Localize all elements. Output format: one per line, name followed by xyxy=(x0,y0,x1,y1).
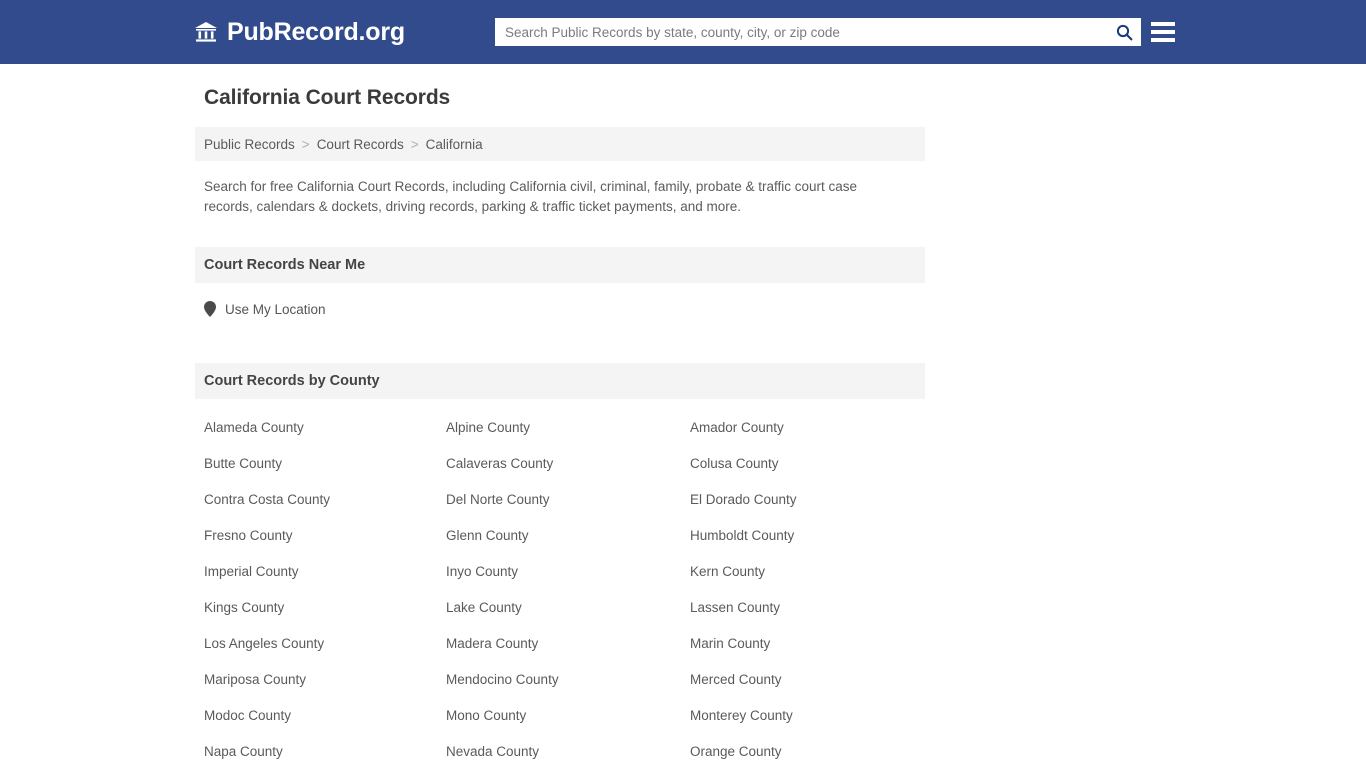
map-pin-icon xyxy=(204,301,216,317)
search-bar xyxy=(495,18,1141,46)
county-link[interactable]: Alpine County xyxy=(446,410,690,446)
county-link[interactable]: Imperial County xyxy=(204,554,446,590)
county-link[interactable]: Kern County xyxy=(690,554,934,590)
county-link[interactable]: Mendocino County xyxy=(446,662,690,698)
county-link[interactable]: Madera County xyxy=(446,626,690,662)
hamburger-bar xyxy=(1151,38,1175,42)
breadcrumb-separator: > xyxy=(410,136,419,152)
search-icon xyxy=(1116,24,1132,40)
county-link[interactable]: Inyo County xyxy=(446,554,690,590)
site-logo-text: PubRecord.org xyxy=(227,17,405,46)
county-link[interactable]: Merced County xyxy=(690,662,934,698)
county-link[interactable]: Colusa County xyxy=(690,446,934,482)
breadcrumb-item-california: California xyxy=(425,136,483,152)
use-my-location-label: Use My Location xyxy=(225,301,326,317)
county-link[interactable]: Fresno County xyxy=(204,518,446,554)
county-link[interactable]: Kings County xyxy=(204,590,446,626)
page-description: Search for free California Court Records… xyxy=(204,179,858,214)
near-me-body: Use My Location xyxy=(195,283,925,335)
breadcrumb-item-public-records[interactable]: Public Records xyxy=(204,137,295,152)
hamburger-bar xyxy=(1151,30,1175,34)
county-link[interactable]: Del Norte County xyxy=(446,482,690,518)
hamburger-bar xyxy=(1151,22,1175,26)
county-link[interactable]: El Dorado County xyxy=(690,482,934,518)
section-heading-by-county: Court Records by County xyxy=(195,363,925,399)
breadcrumb-separator: > xyxy=(301,136,310,152)
content-column: California Court Records Public Records … xyxy=(195,86,925,768)
county-link[interactable]: Modoc County xyxy=(204,698,446,734)
county-link[interactable]: Calaveras County xyxy=(446,446,690,482)
county-link[interactable]: Mariposa County xyxy=(204,662,446,698)
county-link[interactable]: Amador County xyxy=(690,410,934,446)
county-link[interactable]: Lake County xyxy=(446,590,690,626)
page-body: California Court Records Public Records … xyxy=(0,64,1366,768)
use-my-location-link[interactable]: Use My Location xyxy=(204,301,326,317)
section-heading-near-me: Court Records Near Me xyxy=(195,247,925,283)
county-link[interactable]: Butte County xyxy=(204,446,446,482)
bank-building-icon xyxy=(195,22,217,42)
county-link[interactable]: Lassen County xyxy=(690,590,934,626)
search-button[interactable] xyxy=(1107,18,1141,46)
breadcrumb: Public Records > Court Records > Califor… xyxy=(195,127,925,161)
county-list: Alameda County Alpine County Amador County… xyxy=(195,410,925,768)
search-input[interactable] xyxy=(495,19,1107,45)
county-link[interactable]: Napa County xyxy=(204,734,446,768)
county-link[interactable]: Mono County xyxy=(446,698,690,734)
county-link[interactable]: Los Angeles County xyxy=(204,626,446,662)
hamburger-menu-icon[interactable] xyxy=(1151,18,1175,46)
site-logo-link[interactable]: PubRecord.org xyxy=(193,19,405,45)
county-link[interactable]: Monterey County xyxy=(690,698,934,734)
county-link[interactable]: Humboldt County xyxy=(690,518,934,554)
site-header: PubRecord.org xyxy=(0,0,1366,64)
breadcrumb-item-court-records[interactable]: Court Records xyxy=(317,137,404,152)
county-link[interactable]: Glenn County xyxy=(446,518,690,554)
county-link[interactable]: Alameda County xyxy=(204,410,446,446)
county-link[interactable]: Marin County xyxy=(690,626,934,662)
county-link[interactable]: Contra Costa County xyxy=(204,482,446,518)
county-link[interactable]: Orange County xyxy=(690,734,934,768)
county-link[interactable]: Nevada County xyxy=(446,734,690,768)
page-title: California Court Records xyxy=(204,86,451,109)
